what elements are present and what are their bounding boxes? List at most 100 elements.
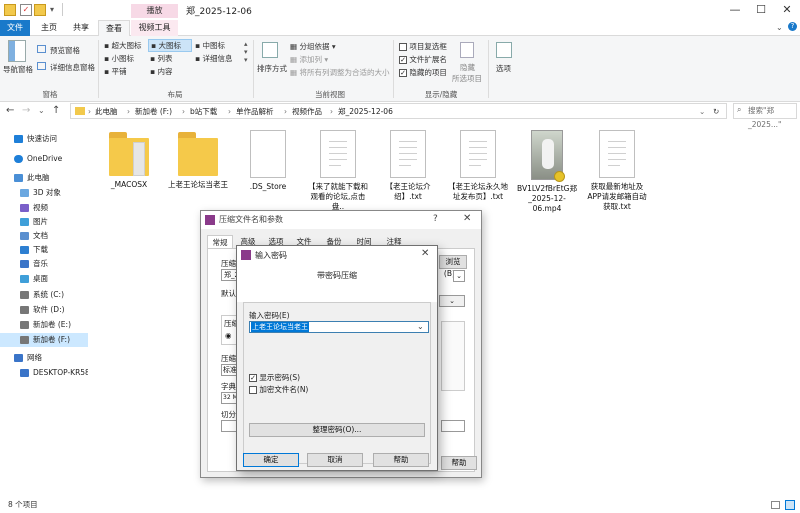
ribbon-collapse-icon[interactable]: ⌄	[776, 23, 783, 32]
nav-drive-c[interactable]: 系统 (C:)	[0, 288, 88, 302]
tab-general[interactable]: 常规	[207, 235, 233, 248]
address-dropdown-icon[interactable]: ⌄	[699, 104, 705, 119]
nav-3d-objects[interactable]: 3D 对象	[0, 186, 88, 200]
file-item[interactable]: 【老王论坛介绍】.txt	[375, 130, 441, 202]
details-view-icon[interactable]	[771, 501, 780, 509]
details-pane-button[interactable]: 详细信息窗格	[50, 62, 95, 73]
encrypt-filenames-option[interactable]: 加密文件名(N)	[249, 384, 308, 395]
nav-videos[interactable]: 视频	[0, 201, 88, 215]
layout-small[interactable]: ▪ 小图标	[104, 53, 148, 64]
tab-view[interactable]: 查看	[98, 20, 130, 37]
minimize-button[interactable]: —	[722, 2, 748, 18]
hidden-items-checkbox[interactable]: ✓	[399, 69, 407, 77]
layout-scroll-icon[interactable]: ▴ ▾ ▾	[244, 40, 248, 64]
current-view-group-title: 当前视图	[315, 90, 345, 99]
encrypt-filenames-checkbox[interactable]	[249, 386, 257, 394]
file-extensions-checkbox[interactable]: ✓	[399, 56, 407, 64]
refresh-icon[interactable]: ↻	[713, 104, 719, 119]
preview-pane-button[interactable]: 预览窗格	[50, 45, 80, 56]
group-by-button[interactable]: ▦ 分组依据 ▾	[290, 41, 336, 52]
nav-music[interactable]: 音乐	[0, 257, 88, 271]
password-input[interactable]: 上老王论坛当老王	[249, 321, 429, 333]
address-bar[interactable]: › 此电脑 › 新加卷 (F:) › b站下载 › 单作品解析 › 视频作品 ›…	[70, 103, 727, 119]
nav-pane-button[interactable]: 导航窗格	[3, 64, 33, 75]
tab-share[interactable]: 共享	[66, 20, 96, 36]
help-icon[interactable]: ?	[788, 22, 797, 31]
file-item[interactable]: 【老王论坛永久地址发布页】.txt	[445, 130, 511, 202]
nav-documents[interactable]: 文档	[0, 229, 88, 243]
cancel-button[interactable]: 取消	[307, 453, 363, 467]
breadcrumb-drive-f[interactable]: 新加卷 (F:)	[135, 104, 172, 119]
fit-columns-button[interactable]: ▦ 将所有列调整为合适的大小	[290, 67, 389, 78]
nav-drive-e[interactable]: 新加卷 (E:)	[0, 318, 88, 332]
file-item[interactable]: 上老王论坛当老王	[165, 130, 231, 190]
options-button[interactable]: 选项	[496, 63, 511, 74]
hidden-items-toggle[interactable]: ✓ 隐藏的项目	[399, 67, 447, 78]
file-item[interactable]: 获取最新地址及APP请发邮箱自动获取.txt	[584, 130, 650, 212]
format-radio-icon[interactable]: ◉	[225, 331, 232, 340]
nav-drive-d[interactable]: 软件 (D:)	[0, 303, 88, 317]
show-password-option[interactable]: ✓ 显示密码(S)	[249, 372, 300, 383]
search-input[interactable]: 搜索"郑_2025..."	[733, 103, 797, 129]
layout-large[interactable]: ▪ 大图标	[148, 39, 192, 52]
up-arrow-icon[interactable]: ↑	[52, 105, 60, 116]
file-item[interactable]: BV1LV2fBrEtG郑_2025-12-06.mp4	[514, 130, 580, 214]
nav-desktop-pc[interactable]: DESKTOP-KR58	[0, 366, 88, 380]
nav-quick-access[interactable]: 快速访问	[0, 132, 88, 146]
archive-name-dropdown-icon[interactable]: ⌄	[453, 270, 465, 282]
layout-medium[interactable]: ▪ 中图标	[195, 40, 239, 51]
tab-file[interactable]: 文件	[0, 20, 30, 36]
breadcrumb-current-folder[interactable]: 郑_2025-12-06	[338, 104, 393, 119]
layout-list[interactable]: ▪ 列表	[150, 53, 194, 64]
browse-button[interactable]: 浏览(B)...	[439, 255, 467, 278]
nav-desktop[interactable]: 桌面	[0, 272, 88, 286]
breadcrumb-bilibili[interactable]: b站下载	[190, 104, 217, 119]
layout-content[interactable]: ▪ 内容	[150, 66, 194, 77]
file-item[interactable]: _MACOSX	[96, 130, 162, 190]
forward-arrow-icon[interactable]: →	[22, 105, 30, 116]
dialog-close-button[interactable]: ✕	[463, 213, 471, 224]
ok-button[interactable]: 确定	[243, 453, 299, 467]
item-checkboxes-toggle[interactable]: 项目复选框	[399, 41, 447, 52]
layout-extra-large[interactable]: ▪ 超大图标	[104, 40, 148, 51]
context-tab-play[interactable]: 播放	[131, 4, 178, 18]
recent-dropdown-icon[interactable]: ⌄	[38, 106, 45, 115]
nav-downloads[interactable]: 下载	[0, 243, 88, 257]
dialog-help-button[interactable]: ?	[433, 214, 438, 224]
large-icons-view-icon[interactable]	[785, 500, 795, 510]
sort-by-button[interactable]: 排序方式	[257, 63, 287, 74]
breadcrumb-this-pc[interactable]: 此电脑	[95, 104, 118, 119]
quick-access-dropdown-icon[interactable]: ▾	[50, 5, 54, 14]
back-arrow-icon[interactable]: ←	[6, 105, 14, 116]
password-dialog-close-button[interactable]: ✕	[421, 248, 429, 259]
nav-onedrive[interactable]: OneDrive	[0, 152, 88, 166]
organize-passwords-button[interactable]: 整理密码(O)...	[249, 423, 425, 437]
file-extensions-toggle[interactable]: ✓ 文件扩展名	[399, 54, 447, 65]
new-folder-icon[interactable]	[34, 4, 46, 16]
breadcrumb-single-parse[interactable]: 单作品解析	[236, 104, 274, 119]
breadcrumb-video-works[interactable]: 视频作品	[292, 104, 322, 119]
file-item[interactable]: .DS_Store	[235, 130, 301, 192]
add-column-button[interactable]: ▦ 添加列 ▾	[290, 54, 328, 65]
file-item[interactable]: 【来了就能下载和观看的论坛,点击盘..	[305, 130, 371, 212]
archive-help-button[interactable]: 帮助	[441, 456, 477, 470]
show-password-checkbox[interactable]: ✓	[249, 374, 257, 382]
tab-home[interactable]: 主页	[34, 20, 64, 36]
password-history-dropdown-icon[interactable]: ⌄	[417, 322, 424, 331]
layout-details[interactable]: ▪ 详细信息	[195, 53, 243, 64]
nav-this-pc[interactable]: 此电脑	[0, 171, 88, 185]
layout-tiles[interactable]: ▪ 平铺	[104, 66, 148, 77]
close-button[interactable]: ✕	[774, 2, 800, 18]
nav-network[interactable]: 网络	[0, 351, 88, 365]
properties-icon[interactable]: ✓	[20, 4, 32, 16]
nav-pane-icon[interactable]	[8, 40, 26, 62]
help-button[interactable]: 帮助	[373, 453, 429, 467]
split-volume-dropdown[interactable]	[441, 420, 465, 432]
maximize-button[interactable]: ☐	[748, 2, 774, 18]
profile-dropdown-icon[interactable]: ⌄	[439, 295, 465, 307]
item-checkboxes-checkbox[interactable]	[399, 43, 407, 51]
hide-selected-button[interactable]: 隐藏	[460, 62, 475, 73]
nav-drive-f[interactable]: 新加卷 (F:)	[0, 333, 88, 347]
nav-pictures[interactable]: 图片	[0, 215, 88, 229]
tab-video-tools[interactable]: 视频工具	[131, 20, 178, 36]
